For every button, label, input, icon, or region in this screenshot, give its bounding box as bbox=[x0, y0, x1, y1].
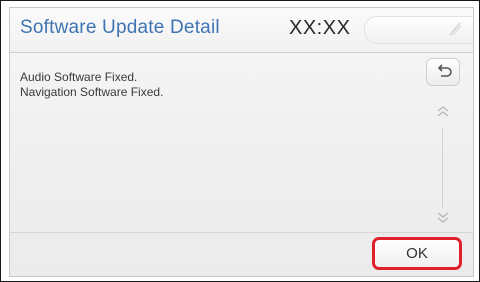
message-area: Audio Software Fixed. Navigation Softwar… bbox=[10, 53, 420, 231]
message-line: Navigation Software Fixed. bbox=[20, 85, 164, 99]
header-bar: Software Update Detail XX:XX bbox=[10, 8, 473, 53]
clock: XX:XX bbox=[289, 17, 351, 39]
signal-icon bbox=[447, 20, 463, 38]
scroll-track[interactable] bbox=[442, 128, 443, 208]
ok-button[interactable]: OK bbox=[372, 237, 462, 270]
page-title: Software Update Detail bbox=[20, 17, 220, 38]
outer-frame: Software Update Detail XX:XX Audio Softw… bbox=[0, 0, 480, 282]
double-chevron-down-icon[interactable] bbox=[435, 211, 451, 225]
footer-divider bbox=[10, 232, 473, 233]
message-line: Audio Software Fixed. bbox=[20, 70, 138, 84]
status-area bbox=[364, 16, 473, 44]
update-detail-screen: Software Update Detail XX:XX Audio Softw… bbox=[9, 7, 474, 277]
double-chevron-up-icon[interactable] bbox=[435, 104, 451, 118]
back-arrow-icon bbox=[437, 64, 452, 77]
back-button[interactable] bbox=[426, 58, 460, 86]
